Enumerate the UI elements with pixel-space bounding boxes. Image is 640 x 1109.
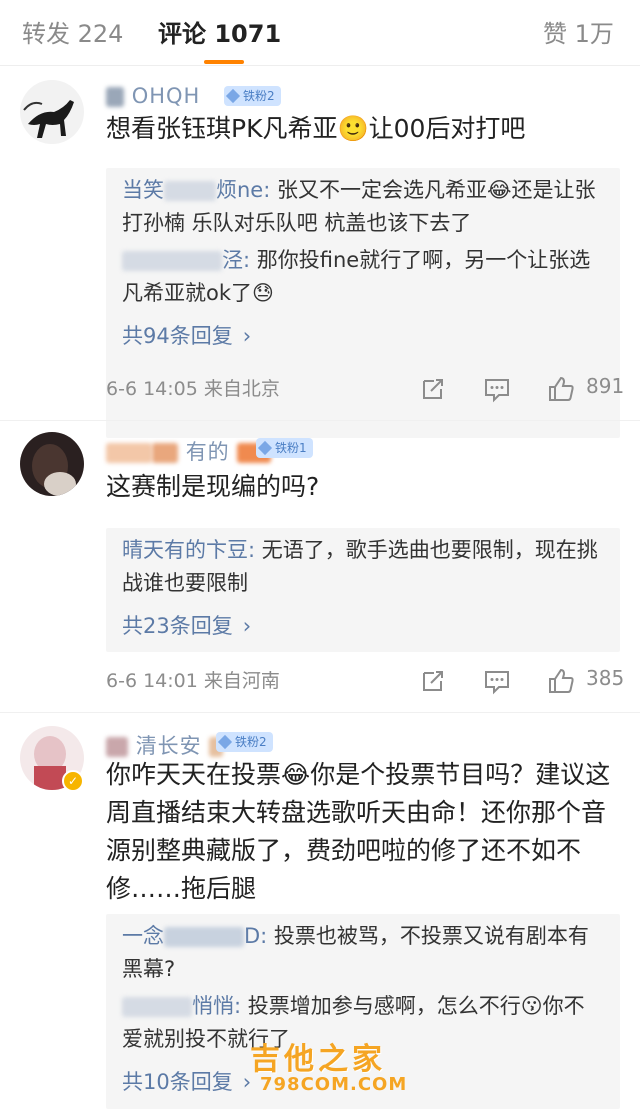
comment-meta: 6-6 14:01 来自河南 385 <box>106 666 626 696</box>
fan-badge: 铁粉2 <box>224 86 281 106</box>
chevron-right-icon: › <box>242 614 252 638</box>
reply-box[interactable]: 晴天有的卞豆: 无语了，歌手选曲也要限制，现在挑战谁也要限制 共23条回复 › <box>106 528 620 652</box>
comment-tab-bar: 转发 224 评论 1071 赞 1万 <box>0 0 640 66</box>
divider <box>0 712 640 713</box>
like-icon[interactable] <box>546 374 576 404</box>
username[interactable]: 有的 <box>106 436 272 466</box>
comment-text: 这赛制是现编的吗? <box>106 472 320 501</box>
repost-icon[interactable] <box>418 374 448 404</box>
reply-author[interactable]: 晴天有的卞豆: <box>122 538 255 562</box>
like-count: 891 <box>586 374 625 398</box>
tab-comments[interactable]: 评论 1071 <box>158 14 281 49</box>
chevron-right-icon: › <box>242 1070 252 1094</box>
diamond-icon <box>217 734 233 750</box>
username[interactable]: OHQH <box>106 84 200 108</box>
reply-item: 悄悄: 投票增加参与感啊，怎么不行😗你不爱就别投不就行了 <box>122 994 585 1051</box>
avatar[interactable] <box>20 80 84 144</box>
active-tab-indicator <box>204 60 244 64</box>
fan-badge: 铁粉2 <box>216 732 273 752</box>
more-replies-link[interactable]: 共10条回复 › <box>122 1060 604 1104</box>
like-count: 385 <box>586 666 625 690</box>
reply-item: 一念 D: 投票也被骂，不投票又说有剧本有黑幕? <box>122 924 589 981</box>
reply-item: 晴天有的卞豆: 无语了，歌手选曲也要限制，现在挑战谁也要限制 <box>122 538 598 595</box>
like-icon[interactable] <box>546 666 576 696</box>
reply-item: 泾: 那你投fine就行了啊，另一个让张选凡希亚就ok了😓 <box>122 248 591 305</box>
comment-meta: 6-6 14:05 来自北京 891 <box>106 374 626 404</box>
repost-icon[interactable] <box>418 666 448 696</box>
comment-text: 你咋天天在投票😂你是个投票节目吗？建议这周直播结束大转盘选歌听天由命！还你那个音… <box>106 760 611 903</box>
more-replies-link[interactable]: 共23条回复 › <box>122 604 604 648</box>
comment-time-location: 6-6 14:05 来自北京 <box>106 378 280 400</box>
comment-icon[interactable] <box>482 374 512 404</box>
diamond-icon <box>225 88 241 104</box>
reply-item: 当笑 烦ne: 张又不一定会选凡希亚😂还是让张打孙楠 乐队对乐队吧 杭盖也该下去了 <box>122 178 596 235</box>
comment-text: 想看张钰琪PK凡希亚🙂让00后对打吧 <box>106 114 526 143</box>
reply-author[interactable]: 当笑 烦ne: <box>122 178 270 202</box>
reply-author[interactable]: 一念 D: <box>122 924 267 948</box>
more-replies-link[interactable]: 共94条回复 › <box>122 314 604 358</box>
reply-author[interactable]: 泾: <box>122 248 250 272</box>
verified-icon: ✓ <box>62 770 84 792</box>
tab-repost[interactable]: 转发 224 <box>22 14 123 49</box>
divider <box>0 420 640 421</box>
fan-badge: 铁粉1 <box>256 438 313 458</box>
tab-likes[interactable]: 赞 1万 <box>543 14 614 49</box>
chevron-right-icon: › <box>242 324 252 348</box>
comment-icon[interactable] <box>482 666 512 696</box>
reply-author[interactable]: 悄悄: <box>122 994 241 1018</box>
avatar[interactable] <box>20 432 84 496</box>
comment-time-location: 6-6 14:01 来自河南 <box>106 670 280 692</box>
reply-box[interactable]: 一念 D: 投票也被骂，不投票又说有剧本有黑幕? 悄悄: 投票增加参与感啊，怎么不… <box>106 914 620 1109</box>
diamond-icon <box>257 440 273 456</box>
